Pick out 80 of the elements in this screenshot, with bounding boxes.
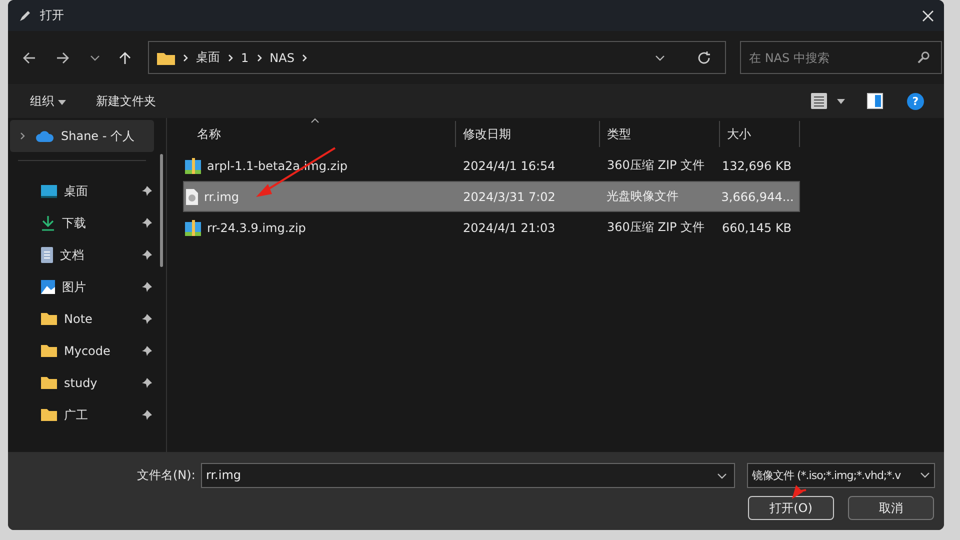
search-field[interactable]: 在 NAS 中搜索 [740, 41, 942, 74]
sidebar-label: 广工 [64, 406, 89, 424]
monitor-icon [41, 184, 57, 198]
sidebar-label: 文档 [60, 246, 85, 264]
modified-date: 2024/3/31 7:02 [463, 190, 556, 204]
file-row[interactable]: rr.img 2024/3/31 7:02 光盘映像文件 3,666,944... [183, 181, 800, 212]
breadcrumb[interactable]: NAS [270, 50, 294, 64]
dropdown-triangle-icon [58, 100, 66, 104]
breadcrumb[interactable]: 1 [241, 50, 249, 64]
preview-pane-icon[interactable] [867, 93, 883, 109]
open-button[interactable]: 打开(O) [748, 496, 834, 520]
chevron-down-icon[interactable] [655, 54, 665, 60]
column-header[interactable]: 类型 [607, 126, 631, 142]
sidebar-label: study [64, 376, 98, 390]
organize-button[interactable]: 组织 [24, 88, 72, 114]
picture-icon [41, 280, 55, 294]
view-list-icon[interactable] [811, 93, 827, 109]
file-type: 光盘映像文件 [606, 188, 679, 205]
help-button[interactable]: ? [907, 92, 924, 110]
archive-icon [185, 158, 201, 174]
file-type: 360压缩 ZIP 文件 [607, 219, 705, 236]
sidebar-item[interactable]: study [8, 367, 156, 399]
sidebar-item[interactable]: Note [8, 303, 156, 335]
column-header[interactable]: 大小 [727, 126, 751, 142]
up-icon[interactable] [118, 50, 132, 64]
cloud-icon [36, 130, 54, 142]
address-bar[interactable]: 桌面 1 NAS [148, 41, 726, 74]
column-header[interactable]: 名称 [197, 126, 221, 142]
modified-date: 2024/4/1 16:54 [463, 158, 556, 172]
close-icon[interactable] [922, 10, 934, 22]
file-name: rr.img [204, 190, 240, 204]
dropdown-triangle-icon[interactable] [837, 98, 845, 104]
sidebar-item[interactable]: Mycode [8, 335, 156, 367]
file-row[interactable]: rr-24.3.9.img.zip 2024/4/1 21:03 360压缩 ZIP 文件 660,145 KB [183, 212, 800, 243]
download-icon [41, 215, 55, 231]
window-title: 打开 [40, 7, 64, 24]
sidebar-item[interactable]: 桌面 [8, 175, 156, 207]
column-header[interactable]: 修改日期 [463, 126, 511, 142]
chevron-down-icon[interactable] [90, 54, 100, 60]
disc-file-icon [186, 188, 198, 204]
forward-icon[interactable] [56, 50, 70, 64]
folder-icon [157, 50, 175, 64]
search-icon [917, 51, 930, 64]
breadcrumb[interactable]: 桌面 [196, 49, 220, 66]
new-folder-button[interactable]: 新建文件夹 [90, 88, 162, 114]
scrollbar[interactable] [160, 154, 163, 267]
folder-icon [41, 377, 57, 389]
sidebar-item[interactable]: 图片 [8, 271, 156, 303]
cancel-button[interactable]: 取消 [848, 496, 934, 520]
modified-date: 2024/4/1 21:03 [463, 220, 556, 234]
file-size: 3,666,944... [721, 190, 794, 204]
sidebar-label: Mycode [64, 344, 112, 358]
sidebar-item[interactable]: Shane - 个人 [10, 120, 154, 152]
annotation-arrow [792, 485, 806, 499]
file-size: 660,145 KB [722, 220, 792, 234]
refresh-icon[interactable] [697, 50, 711, 64]
chevron-down-icon[interactable] [920, 472, 930, 478]
sidebar-label: 下载 [62, 214, 87, 232]
file-type: 360压缩 ZIP 文件 [607, 157, 705, 174]
folder-icon [41, 345, 57, 357]
file-size: 132,696 KB [722, 158, 792, 172]
filetype-dropdown[interactable]: 镜像文件 (*.iso;*.img;*.vhd;*.v [747, 462, 935, 488]
sidebar-label: Note [64, 312, 94, 326]
file-name: rr-24.3.9.img.zip [207, 220, 306, 234]
sidebar-label: 桌面 [64, 182, 89, 200]
filename-field[interactable]: rr.img [201, 462, 735, 488]
document-icon [41, 247, 53, 263]
chevron-down-icon[interactable] [717, 472, 727, 478]
sidebar-item[interactable]: 下载 [8, 207, 156, 239]
pen-icon [18, 8, 32, 22]
folder-icon [41, 409, 57, 421]
sidebar-label: Shane - 个人 [61, 128, 136, 144]
sort-caret-icon[interactable] [311, 118, 319, 123]
filename-label: 文件名(N): [137, 466, 196, 484]
sidebar-label: 图片 [62, 278, 87, 296]
sidebar-item[interactable]: 文档 [8, 239, 156, 271]
folder-icon [41, 313, 57, 325]
back-icon[interactable] [22, 50, 36, 64]
sidebar-item[interactable]: 广工 [8, 399, 156, 431]
archive-icon [185, 220, 201, 236]
